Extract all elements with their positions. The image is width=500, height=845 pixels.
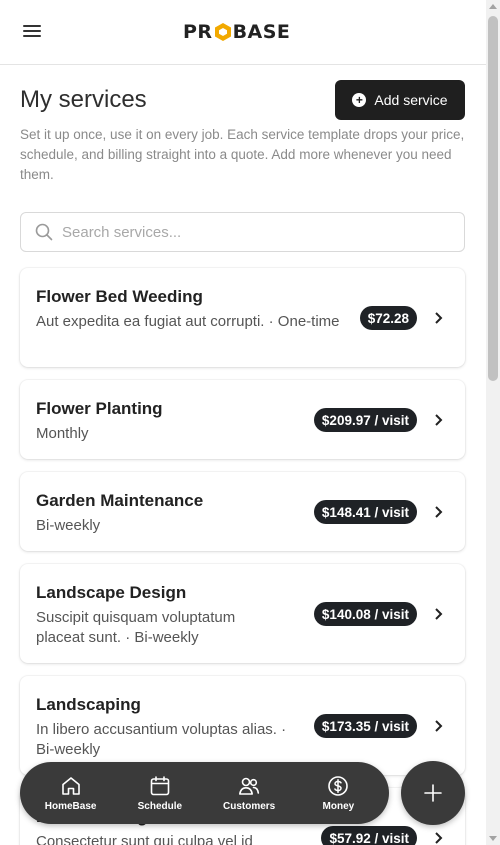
price-badge: $72.28 [359, 306, 417, 330]
nav-item-homebase[interactable]: HomeBase [31, 766, 111, 820]
chevron-right-icon [435, 720, 443, 732]
users-icon [239, 777, 260, 795]
service-name: Landscaping [36, 695, 141, 714]
logo-text-right: BASE [232, 21, 291, 43]
app-header: PR BASE [0, 0, 486, 65]
service-description: Consectetur sunt qui culpa vel id [36, 833, 253, 845]
page-title: My services [20, 86, 147, 113]
chevron-right-icon [435, 312, 443, 324]
price-badge: $209.97 / visit [313, 408, 417, 432]
page-intro: Set it up once, use it on every job. Eac… [20, 127, 465, 182]
service-description: Bi-weekly [36, 517, 101, 534]
nav-item-customers[interactable]: Customers [209, 766, 289, 820]
price-badge: $140.08 / visit [313, 602, 417, 626]
probase-logo[interactable]: PR BASE [183, 20, 290, 44]
plus-icon [424, 784, 442, 802]
add-service-label: Add service [374, 92, 448, 108]
home-icon [61, 776, 80, 795]
service-card[interactable]: Landscape Design Suscipit quisquam volup… [20, 564, 465, 663]
service-card[interactable]: Flower Planting Monthly $209.97 / visit [20, 380, 465, 459]
dollar-icon [328, 775, 349, 796]
price-badge: $57.92 / visit [321, 826, 417, 845]
page-scrollbar[interactable] [486, 0, 500, 845]
search-input[interactable] [62, 223, 442, 241]
nav-item-money[interactable]: Money [298, 766, 378, 820]
chevron-right-icon [435, 832, 443, 844]
service-card[interactable]: Landscaping In libero accusantium volupt… [20, 676, 465, 775]
logo-hexagon-icon [214, 23, 231, 41]
service-description: Monthly [36, 425, 89, 442]
nav-label: Schedule [137, 800, 183, 812]
calendar-icon [150, 775, 170, 795]
service-card[interactable]: Flower Bed Weeding Aut expedita ea fugia… [20, 268, 465, 367]
chevron-right-icon [435, 608, 443, 620]
chevron-right-icon [435, 506, 443, 518]
service-name: Landscape Design [36, 583, 187, 602]
service-name: Garden Maintenance [36, 491, 204, 510]
search-box[interactable] [20, 212, 465, 252]
scroll-down-arrow-icon[interactable] [489, 836, 497, 841]
nav-label: HomeBase [44, 800, 97, 812]
nav-label: Customers [223, 800, 276, 812]
service-name: Flower Bed Weeding [36, 287, 203, 306]
chevron-right-icon [435, 414, 443, 426]
scrollbar-thumb[interactable] [488, 16, 498, 381]
logo-text-left: PR [183, 21, 213, 43]
add-service-button[interactable]: + Add service [335, 80, 465, 120]
plus-circle-icon: + [352, 93, 367, 107]
service-name: Flower Planting [36, 399, 163, 418]
scroll-up-arrow-icon[interactable] [489, 4, 497, 9]
search-icon [35, 223, 53, 241]
nav-item-schedule[interactable]: Schedule [120, 766, 200, 820]
service-description: Aut expedita ea fugiat aut corrupti. · O… [36, 313, 340, 330]
nav-label: Money [322, 800, 355, 812]
hamburger-menu-icon[interactable] [20, 22, 44, 42]
app-viewport: PR BASE My services + Add service Set it… [0, 0, 486, 845]
service-description: In libero accusantium voluptas alias. · … [36, 721, 287, 758]
bottom-nav: HomeBase Schedule Customers Money [20, 762, 389, 824]
price-badge: $148.41 / visit [313, 500, 417, 524]
service-card[interactable]: Garden Maintenance Bi-weekly $148.41 / v… [20, 472, 465, 551]
service-description: Suscipit quisquam voluptatum placeat sun… [36, 609, 236, 646]
price-badge: $173.35 / visit [313, 714, 417, 738]
add-fab-button[interactable] [401, 761, 465, 825]
